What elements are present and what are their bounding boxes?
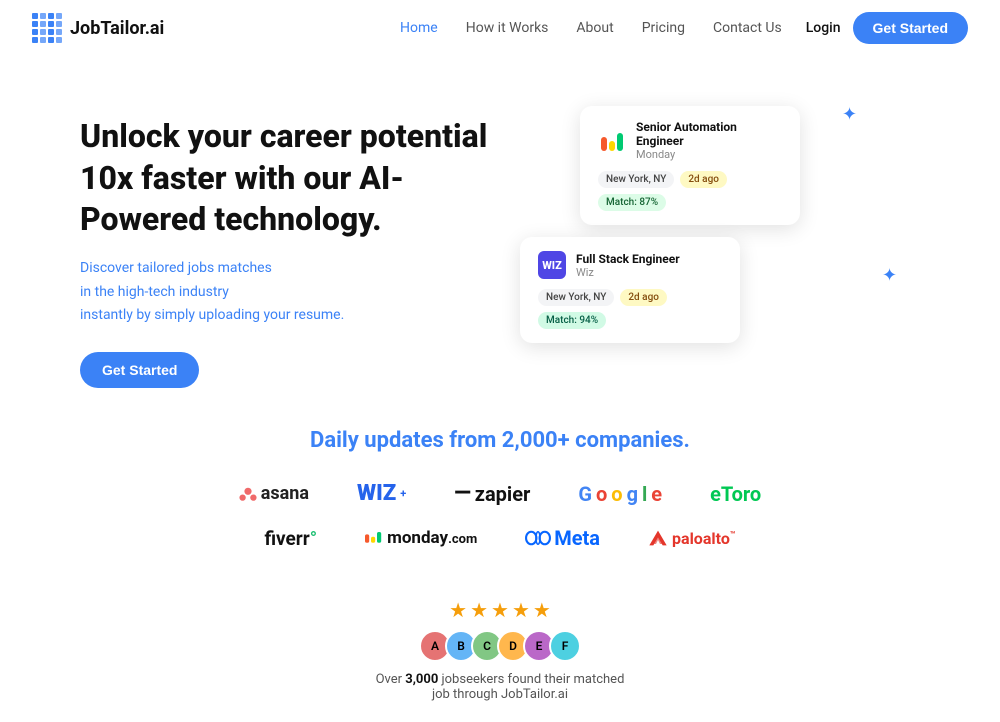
- zapier-logo[interactable]: —zapier: [454, 481, 530, 506]
- star-5: ★: [533, 598, 551, 622]
- job-card-1-time: 2d ago: [680, 171, 727, 188]
- google-letter-g: G: [578, 482, 592, 506]
- social-proof-text: Over 3,000 jobseekers found their matche…: [0, 672, 1000, 687]
- nav-about[interactable]: About: [576, 20, 613, 36]
- job-card-1[interactable]: Senior Automation Engineer Monday New Yo…: [580, 106, 800, 225]
- daily-text-before: Daily updates from: [310, 428, 502, 453]
- nav-how-it-works[interactable]: How it Works: [466, 20, 549, 36]
- social-proof-section: ★ ★ ★ ★ ★ A B C D E F Over 3,000 jobseek…: [0, 582, 1000, 722]
- wiz-logo-icon: WIZ: [538, 251, 566, 279]
- job-card-1-tags: New York, NY 2d ago Match: 87%: [598, 171, 782, 211]
- logos-row-2: fiverr° monday.com Meta: [60, 526, 940, 550]
- zapier-dash: —: [454, 481, 471, 506]
- job-card-2-tags: New York, NY 2d ago Match: 94%: [538, 289, 722, 329]
- job-card-2-location: New York, NY: [538, 289, 614, 306]
- meta-logo[interactable]: Meta: [525, 526, 600, 550]
- job-card-1-header: Senior Automation Engineer Monday: [598, 120, 782, 161]
- paloalto-text: paloalto™: [672, 529, 736, 548]
- social-count: 3,000: [405, 672, 438, 687]
- hero-left: Unlock your career potential 10x faster …: [80, 96, 500, 388]
- social-text-mid: jobseekers found their matched: [438, 672, 624, 687]
- avatar-6: F: [549, 630, 581, 662]
- job-card-2-title-wrap: Full Stack Engineer Wiz: [576, 252, 722, 279]
- hero-subtitle-line1: Discover tailored jobs matches: [80, 260, 272, 276]
- meta-icon: [525, 529, 551, 547]
- daily-highlight: 2,000+: [502, 428, 570, 453]
- logos-section: asana WIZ + —zapier Google eToro fiverr°: [0, 469, 1000, 582]
- nav-get-started-button[interactable]: Get Started: [853, 12, 968, 44]
- nav-links: Home How it Works About Pricing Contact …: [400, 20, 782, 36]
- star-decoration-2: ✦: [882, 265, 900, 283]
- google-letter-o2: o: [611, 482, 622, 506]
- logos-row-1: asana WIZ + —zapier Google eToro: [60, 481, 940, 506]
- monday-icon: [365, 532, 383, 544]
- job-card-1-title: Senior Automation Engineer: [636, 120, 782, 148]
- paloalto-icon: [648, 529, 668, 547]
- job-card-2-company: Wiz: [576, 266, 722, 279]
- stars-rating: ★ ★ ★ ★ ★: [0, 598, 1000, 622]
- google-letter-l: l: [642, 482, 647, 506]
- daily-text-after: companies.: [570, 428, 690, 453]
- login-link[interactable]: Login: [806, 20, 841, 36]
- star-2: ★: [470, 598, 488, 622]
- logo-text: JobTailor.ai: [70, 18, 164, 39]
- job-card-1-location: New York, NY: [598, 171, 674, 188]
- wiz-plus: +: [400, 487, 406, 500]
- hero-subtitle-line3: instantly by simply uploading your resum…: [80, 307, 344, 323]
- job-card-2-match: Match: 94%: [538, 312, 606, 329]
- meta-text: Meta: [554, 526, 600, 550]
- job-card-2-header: WIZ Full Stack Engineer Wiz: [538, 251, 722, 279]
- nav-pricing[interactable]: Pricing: [642, 20, 685, 36]
- job-card-2[interactable]: WIZ Full Stack Engineer Wiz New York, NY…: [520, 237, 740, 343]
- job-card-1-company: Monday: [636, 148, 782, 161]
- user-avatars: A B C D E F: [0, 630, 1000, 662]
- monday-logo-brand[interactable]: monday.com: [365, 528, 477, 548]
- asana-logo[interactable]: asana: [239, 483, 309, 504]
- star-1: ★: [449, 598, 467, 622]
- hero-right: ✦ Senior Automation Engineer Monday New …: [500, 96, 920, 343]
- wiz-logo-brand[interactable]: WIZ +: [357, 481, 406, 506]
- daily-updates-section: Daily updates from 2,000+ companies.: [0, 408, 1000, 469]
- asana-logo-icon: [239, 485, 257, 503]
- asana-logo-text: asana: [261, 483, 309, 504]
- star-4: ★: [512, 598, 530, 622]
- job-card-1-match: Match: 87%: [598, 194, 666, 211]
- logo-grid-icon: [32, 13, 62, 43]
- nav-contact[interactable]: Contact Us: [713, 20, 782, 36]
- monday-logo-icon: [598, 127, 626, 155]
- social-proof-text-2: job through JobTailor.ai: [0, 687, 1000, 702]
- hero-subtitle-line2: in the high-tech industry: [80, 284, 229, 300]
- etoro-text: eToro: [710, 482, 761, 506]
- wiz-logo-text: WIZ: [357, 481, 396, 506]
- logo[interactable]: JobTailor.ai: [32, 13, 164, 43]
- google-letter-o1: o: [596, 482, 607, 506]
- hero-subtitle: Discover tailored jobs matches in the hi…: [80, 257, 500, 328]
- navbar: JobTailor.ai Home How it Works About Pri…: [0, 0, 1000, 56]
- fiverr-text: fiverr°: [264, 527, 317, 550]
- paloalto-logo[interactable]: paloalto™: [648, 529, 736, 548]
- job-card-2-time: 2d ago: [620, 289, 667, 306]
- job-card-2-title: Full Stack Engineer: [576, 252, 722, 266]
- google-letter-g2: g: [627, 482, 638, 506]
- nav-home[interactable]: Home: [400, 20, 438, 36]
- star-decoration-1: ✦: [842, 104, 860, 122]
- hero-section: Unlock your career potential 10x faster …: [0, 56, 1000, 408]
- job-card-1-title-wrap: Senior Automation Engineer Monday: [636, 120, 782, 161]
- hero-get-started-button[interactable]: Get Started: [80, 352, 199, 388]
- google-letter-e: e: [651, 482, 662, 506]
- fiverr-logo[interactable]: fiverr°: [264, 527, 317, 550]
- star-3: ★: [491, 598, 509, 622]
- monday-text: monday.com: [387, 528, 477, 548]
- daily-updates-title: Daily updates from 2,000+ companies.: [0, 428, 1000, 453]
- etoro-logo[interactable]: eToro: [710, 482, 761, 506]
- zapier-text: zapier: [475, 482, 531, 506]
- google-logo[interactable]: Google: [578, 482, 662, 506]
- hero-title: Unlock your career potential 10x faster …: [80, 116, 500, 241]
- social-text-before: Over: [376, 672, 406, 687]
